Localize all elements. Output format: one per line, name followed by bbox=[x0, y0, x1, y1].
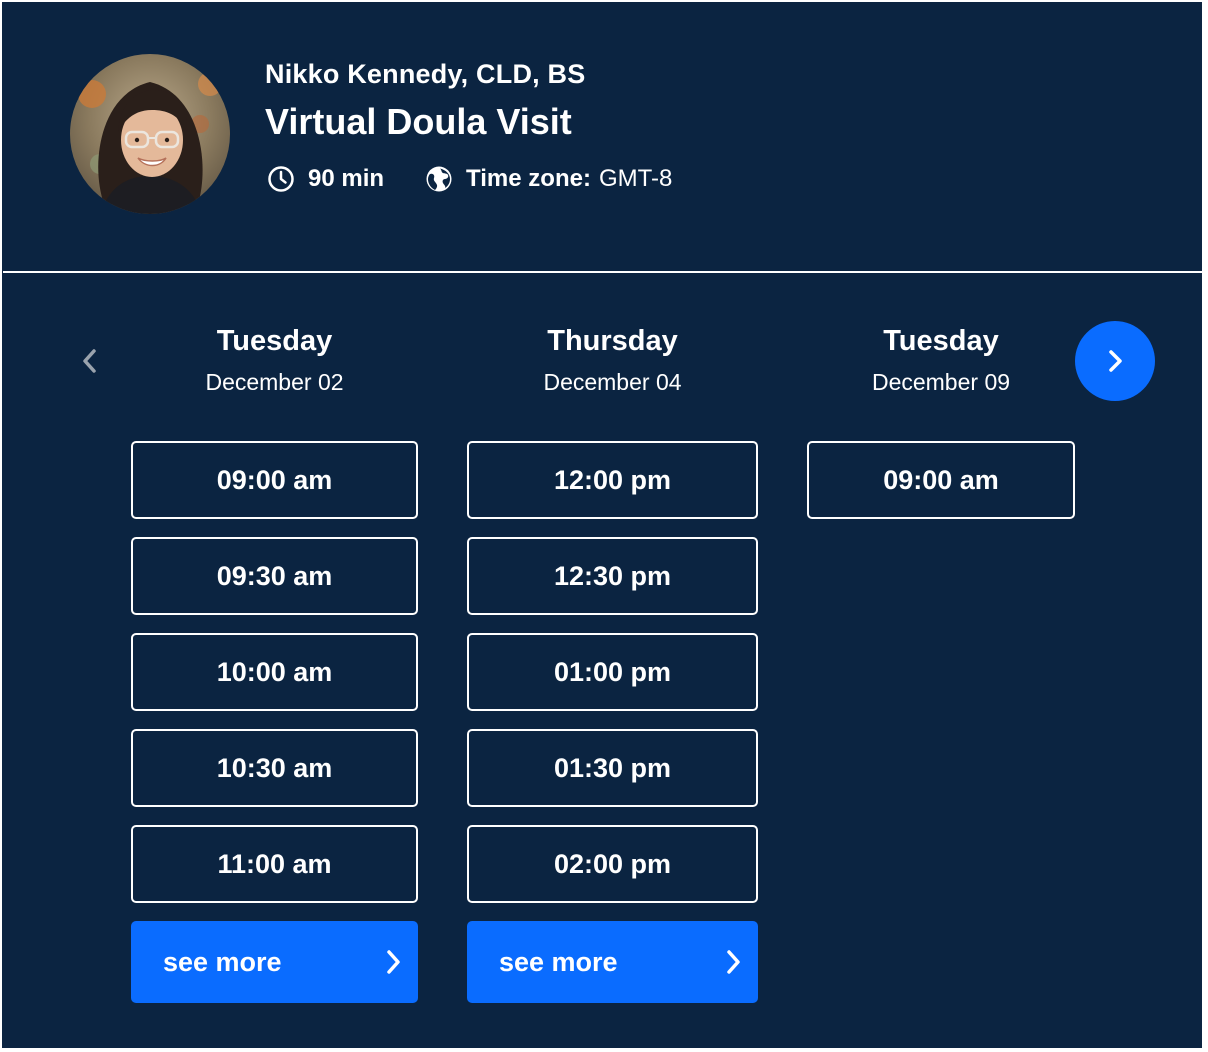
meta-row: 90 min Time zone: GMT-8 bbox=[267, 161, 672, 197]
avatar bbox=[70, 54, 230, 214]
duration-info: 90 min bbox=[267, 165, 384, 193]
timezone-label: Time zone: bbox=[466, 165, 591, 192]
time-slot-button[interactable]: 02:00 pm bbox=[467, 825, 758, 903]
service-title: Virtual Doula Visit bbox=[265, 101, 572, 142]
chevron-right-icon bbox=[727, 950, 740, 974]
day-date: December 09 bbox=[871, 369, 1011, 395]
day-column: Thursday December 04 12:00 pm 12:30 pm 0… bbox=[467, 321, 758, 1003]
header-divider bbox=[3, 271, 1203, 273]
day-header: Tuesday December 02 bbox=[131, 321, 418, 398]
day-name: Tuesday bbox=[216, 325, 333, 357]
time-slot-button[interactable]: 01:30 pm bbox=[467, 729, 758, 807]
prev-dates-button[interactable] bbox=[73, 341, 107, 381]
see-more-label: see more bbox=[163, 946, 282, 977]
next-dates-button[interactable] bbox=[1075, 321, 1155, 401]
time-slot-button[interactable]: 12:30 pm bbox=[467, 537, 758, 615]
time-slot-button[interactable]: 09:00 am bbox=[131, 441, 418, 519]
day-column: Tuesday December 09 09:00 am bbox=[807, 321, 1075, 519]
chevron-left-icon bbox=[83, 349, 96, 373]
see-more-label: see more bbox=[499, 946, 618, 977]
time-slot-button[interactable]: 12:00 pm bbox=[467, 441, 758, 519]
booking-widget: Nikko Kennedy, CLD, BS Virtual Doula Vis… bbox=[2, 2, 1203, 1048]
time-slot-button[interactable]: 09:00 am bbox=[807, 441, 1075, 519]
day-header: Tuesday December 09 bbox=[807, 321, 1075, 398]
avatar-photo bbox=[70, 54, 230, 214]
see-more-button[interactable]: see more bbox=[131, 921, 418, 1003]
time-slot-button[interactable]: 11:00 am bbox=[131, 825, 418, 903]
day-name: Tuesday bbox=[883, 325, 999, 357]
provider-header: Nikko Kennedy, CLD, BS Virtual Doula Vis… bbox=[3, 3, 1203, 271]
chevron-right-icon bbox=[1109, 350, 1122, 372]
timezone-value: GMT-8 bbox=[598, 165, 673, 192]
day-name: Thursday bbox=[547, 325, 678, 357]
time-slot-button[interactable]: 10:00 am bbox=[131, 633, 418, 711]
timezone-info: Time zone: GMT-8 bbox=[425, 165, 672, 193]
day-date: December 04 bbox=[543, 369, 682, 395]
see-more-button[interactable]: see more bbox=[467, 921, 758, 1003]
chevron-right-icon bbox=[387, 950, 400, 974]
clock-icon bbox=[268, 166, 294, 192]
time-slot-button[interactable]: 01:00 pm bbox=[467, 633, 758, 711]
provider-name: Nikko Kennedy, CLD, BS bbox=[265, 59, 586, 89]
day-column: Tuesday December 02 09:00 am 09:30 am 10… bbox=[131, 321, 418, 1003]
time-slot-button[interactable]: 10:30 am bbox=[131, 729, 418, 807]
day-date: December 02 bbox=[205, 369, 344, 395]
globe-icon bbox=[426, 166, 452, 192]
day-header: Thursday December 04 bbox=[467, 321, 758, 398]
time-slot-button[interactable]: 09:30 am bbox=[131, 537, 418, 615]
duration-text: 90 min bbox=[308, 165, 385, 192]
